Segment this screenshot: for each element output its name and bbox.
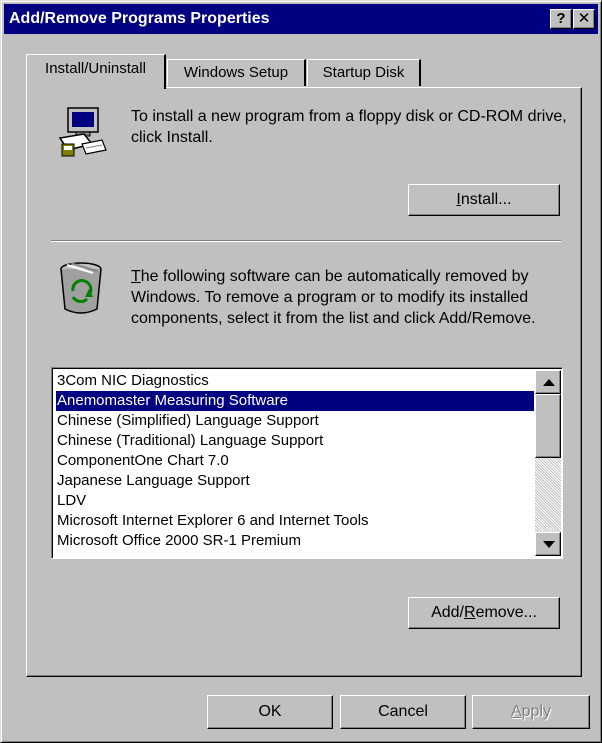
button-label-mnemonic: R	[464, 604, 476, 621]
add-remove-button[interactable]: Add/Remove...	[408, 597, 560, 629]
tab-install-uninstall[interactable]: Install/Uninstall	[26, 54, 166, 89]
remove-instructions-mnemonic: T	[131, 268, 141, 285]
scroll-up-button[interactable]	[535, 370, 561, 394]
setup-program-icon	[54, 104, 110, 165]
apply-button[interactable]: Apply	[472, 695, 590, 729]
tab-label: Startup Disk	[322, 64, 405, 81]
close-icon: ✕	[577, 10, 591, 27]
list-item[interactable]: 3Com NIC Diagnostics	[56, 371, 534, 391]
list-item[interactable]: Microsoft Office 2000 SR-1 Premium	[56, 531, 534, 551]
list-item[interactable]: Anemomaster Measuring Software	[56, 391, 534, 411]
list-item[interactable]: ComponentOne Chart 7.0	[56, 451, 534, 471]
tab-label: Windows Setup	[183, 64, 289, 81]
list-item[interactable]: Microsoft Internet Explorer 6 and Intern…	[56, 511, 534, 531]
dialog-window: Add/Remove Programs Properties ? ✕ Insta…	[0, 0, 602, 743]
list-item[interactable]: LDV	[56, 491, 534, 511]
install-button[interactable]: Install...	[408, 184, 560, 216]
scroll-thumb[interactable]	[535, 394, 561, 458]
cancel-button[interactable]: Cancel	[340, 695, 466, 729]
list-item[interactable]: Japanese Language Support	[56, 471, 534, 491]
help-icon: ?	[556, 10, 566, 27]
list-item[interactable]: Chinese (Simplified) Language Support	[56, 411, 534, 431]
vertical-scrollbar[interactable]	[535, 370, 561, 556]
list-items: 3Com NIC Diagnostics Anemomaster Measurin…	[56, 371, 534, 551]
recycle-bin-icon	[53, 259, 109, 324]
button-label: pply	[521, 703, 552, 720]
button-label: emove...	[475, 604, 537, 621]
arrow-down-icon	[543, 541, 555, 548]
help-button[interactable]: ?	[550, 9, 572, 29]
button-label: Cancel	[378, 703, 428, 720]
arrow-up-icon	[543, 379, 555, 386]
title-bar[interactable]: Add/Remove Programs Properties ? ✕	[4, 4, 598, 34]
tab-label: Install/Uninstall	[45, 60, 146, 77]
install-instructions: To install a new program from a floppy d…	[131, 108, 567, 146]
remove-instructions-text: he following software can be automatical…	[131, 268, 536, 327]
installed-programs-list[interactable]: 3Com NIC Diagnostics Anemomaster Measurin…	[51, 367, 563, 559]
button-label-mnemonic: A	[510, 703, 522, 720]
list-item[interactable]: Chinese (Traditional) Language Support	[56, 431, 534, 451]
button-label: OK	[258, 703, 282, 720]
section-divider	[51, 240, 561, 242]
button-label: Add/	[431, 604, 464, 621]
tab-startup-disk[interactable]: Startup Disk	[307, 59, 421, 86]
remove-instructions: The following software can be automatica…	[131, 266, 561, 329]
close-button[interactable]: ✕	[573, 9, 595, 29]
window-title: Add/Remove Programs Properties	[9, 10, 270, 27]
ok-button[interactable]: OK	[207, 695, 333, 729]
scroll-down-button[interactable]	[535, 532, 561, 556]
button-label: nstall...	[460, 191, 512, 208]
tab-windows-setup[interactable]: Windows Setup	[167, 59, 306, 86]
